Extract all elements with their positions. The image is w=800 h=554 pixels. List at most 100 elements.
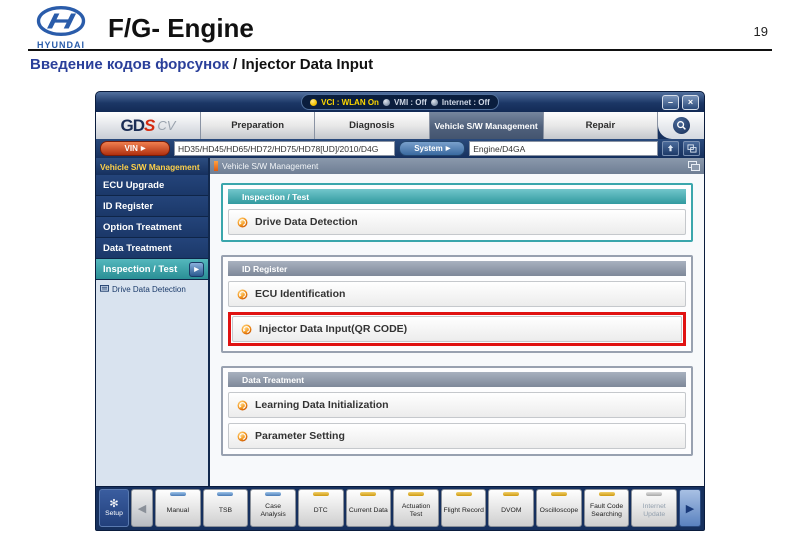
system-value-field[interactable]: Engine/D4GA xyxy=(469,141,658,156)
toolbar-button-label: TSB xyxy=(218,507,233,515)
sidebar-item-id-register[interactable]: ID Register xyxy=(96,196,208,217)
function-item-label: Injector Data Input(QR CODE) xyxy=(259,323,408,335)
expand-arrow-icon: ▶ xyxy=(189,261,204,277)
minimize-button[interactable]: – xyxy=(662,95,679,110)
tab-repair[interactable]: Repair xyxy=(543,112,658,139)
close-button[interactable]: × xyxy=(682,95,699,110)
function-item-learning-data-initialization[interactable]: Learning Data Initialization xyxy=(228,392,686,418)
hyundai-logo: HYUNDAI xyxy=(28,6,94,50)
tab-preparation[interactable]: Preparation xyxy=(201,112,316,139)
toolbar-button-label: Internet Update xyxy=(642,503,666,518)
vin-arrow-icon: ▶ xyxy=(140,146,146,152)
tab-diagnosis[interactable]: Diagnosis xyxy=(315,112,430,139)
toolbar-button-label: DVOM xyxy=(501,507,522,515)
window-switch-icon[interactable] xyxy=(683,141,700,156)
toolbar-button-case-analysis[interactable]: Case Analysis xyxy=(250,489,296,527)
internet-status-icon xyxy=(430,98,438,106)
window-controls: – × xyxy=(662,95,699,110)
toolbar-button-internet-update: Internet Update xyxy=(631,489,678,527)
window-body: Vehicle S/W Management ECU Upgrade ID Reg… xyxy=(96,158,704,486)
toolbar-button-indicator xyxy=(550,492,567,496)
tab-vehicle-s-w-management[interactable]: Vehicle S/W Management xyxy=(429,112,544,139)
gds-window: VCI : WLAN On VMI : Off Internet : Off –… xyxy=(95,91,705,531)
toolbar-button-dtc[interactable]: DTC xyxy=(297,489,344,527)
section-header-data-treatment: Data Treatment xyxy=(228,372,686,387)
search-icon[interactable] xyxy=(672,117,690,134)
sidebar-subitem-drive-data-detection[interactable]: Drive Data Detection xyxy=(96,280,208,298)
toolbar-button-fault-code-searching[interactable]: Fault Code Searching xyxy=(583,489,630,527)
sidebar-item-option-treatment[interactable]: Option Treatment xyxy=(96,217,208,238)
content-area: Inspection / Test Drive Data Detection ID … xyxy=(210,174,704,486)
toolbar-button-manual[interactable]: Manual xyxy=(155,489,201,527)
search-panel xyxy=(658,112,704,139)
page-title: F/G- Engine xyxy=(108,13,254,43)
function-item-injector-data-input-qr-code[interactable]: Injector Data Input(QR CODE) xyxy=(232,316,682,342)
function-item-drive-data-detection[interactable]: Drive Data Detection xyxy=(228,209,686,235)
highlight-annotation: Injector Data Input(QR CODE) xyxy=(228,312,686,346)
section-id-register: ID Register ECU Identification Injector Da… xyxy=(221,255,693,353)
header-divider xyxy=(28,49,772,51)
toolbar-button-label: Manual xyxy=(166,507,189,515)
upload-icon[interactable] xyxy=(662,141,679,156)
run-function-icon xyxy=(237,400,248,410)
function-item-label: Drive Data Detection xyxy=(255,216,358,228)
toolbar-button-tsb[interactable]: TSB xyxy=(202,489,249,527)
run-function-icon xyxy=(241,324,252,334)
section-header-id-register: ID Register xyxy=(228,261,686,276)
toolbar-button-indicator xyxy=(455,492,472,496)
popup-window-icon[interactable] xyxy=(688,161,700,171)
function-item-ecu-identification[interactable]: ECU Identification xyxy=(228,281,686,307)
system-button[interactable]: System ▶ xyxy=(399,141,466,156)
content-header: Vehicle S/W Management xyxy=(210,158,704,174)
toolbar-button-indicator xyxy=(169,492,186,496)
gds-logo: GD S CV xyxy=(96,112,201,139)
function-item-label: ECU Identification xyxy=(255,288,346,300)
function-item-label: Learning Data Initialization xyxy=(255,399,389,411)
content-header-title: Vehicle S/W Management xyxy=(222,161,319,171)
section-inspection-test: Inspection / Test Drive Data Detection xyxy=(221,183,693,242)
window-titlebar: VCI : WLAN On VMI : Off Internet : Off –… xyxy=(96,92,704,112)
toolbar-button-current-data[interactable]: Current Data xyxy=(345,489,392,527)
toolbar-button-flight-record[interactable]: Flight Record xyxy=(440,489,487,527)
toolbar-button-label: DTC xyxy=(313,507,328,515)
toolbar-prev-button[interactable]: ◀ xyxy=(131,489,153,527)
toolbar-button-dvom[interactable]: DVOM xyxy=(488,489,535,527)
vci-status-text: VCI : WLAN On xyxy=(321,97,379,107)
sidebar-item-inspection-test[interactable]: Inspection / Test ▶ xyxy=(96,259,208,280)
sidebar-item-ecu-upgrade[interactable]: ECU Upgrade xyxy=(96,175,208,196)
vehicle-info-bar: VIN ▶ HD35/HD45/HD65/HD72/HD75/HD78[UD]/2… xyxy=(96,139,704,158)
toolbar-button-indicator xyxy=(408,492,425,496)
tools-icon: ✻ xyxy=(109,498,119,510)
slide: HYUNDAI F/G- Engine 19 Введение кодов фо… xyxy=(0,0,800,554)
toolbar-button-label: Current Data xyxy=(348,507,388,515)
toolbar-button-label: Fault Code Searching xyxy=(589,503,624,518)
sidebar-header: Vehicle S/W Management xyxy=(96,158,208,175)
toolbar-button-indicator xyxy=(598,492,615,496)
toolbar-button-oscilloscope[interactable]: Oscilloscope xyxy=(536,489,582,527)
toolbar-button-label: Flight Record xyxy=(443,507,484,515)
run-function-icon xyxy=(237,289,248,299)
setup-button[interactable]: ✻ Setup xyxy=(99,489,129,527)
function-item-parameter-setting[interactable]: Parameter Setting xyxy=(228,423,686,449)
slide-subtitle: Введение кодов форсунок / Injector Data … xyxy=(30,56,374,73)
sidebar-item-data-treatment[interactable]: Data Treatment xyxy=(96,238,208,259)
vci-status-icon xyxy=(310,98,318,106)
run-function-icon xyxy=(237,217,248,227)
toolbar-button-actuation-test[interactable]: Actuation Test xyxy=(393,489,439,527)
tab-bar: GD S CV Preparation Diagnosis Vehicle S/W Ma… xyxy=(96,112,704,139)
section-data-treatment: Data Treatment Learning Data Initializati… xyxy=(221,366,693,456)
sidebar: Vehicle S/W Management ECU Upgrade ID Reg… xyxy=(96,158,210,486)
main-tabs: Preparation Diagnosis Vehicle S/W Manageme… xyxy=(201,112,658,139)
toolbar-button-indicator xyxy=(503,492,520,496)
toolbar-button-indicator xyxy=(217,492,234,496)
toolbar-button-indicator xyxy=(312,492,329,496)
vin-button[interactable]: VIN ▶ xyxy=(100,141,170,156)
bottom-toolbar: ✻ Setup ◀ Manual TSB Case Analysis DTC Curre… xyxy=(96,486,704,530)
orange-accent-icon xyxy=(214,161,218,171)
toolbar-button-label: Actuation Test xyxy=(401,503,431,518)
vin-value-field[interactable]: HD35/HD45/HD65/HD72/HD75/HD78[UD]/2010/D… xyxy=(174,141,396,156)
toolbar-buttons: Manual TSB Case Analysis DTC Current Data Act… xyxy=(155,489,678,527)
toolbar-next-button[interactable]: ▶ xyxy=(679,489,701,527)
connection-status: VCI : WLAN On VMI : Off Internet : Off xyxy=(301,94,499,110)
hyundai-oval-icon xyxy=(36,6,86,36)
